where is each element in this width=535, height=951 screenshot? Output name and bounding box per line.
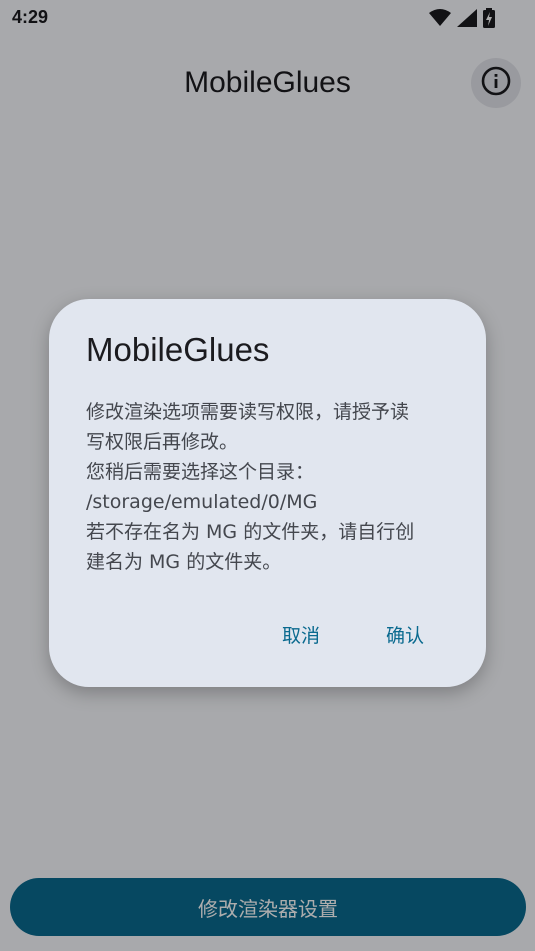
dialog-actions: 取消 确认 [260, 615, 446, 654]
dialog-message-line: 若不存在名为 MG 的文件夹，请自行创 [86, 521, 415, 543]
dialog-message-line: 建名为 MG 的文件夹。 [86, 551, 282, 573]
dialog-message-line: 写权限后再修改。 [86, 431, 239, 453]
dialog-message-line: 修改渲染选项需要读写权限，请授予读 [86, 401, 410, 423]
dialog-message: 修改渲染选项需要读写权限，请授予读 写权限后再修改。 您稍后需要选择这个目录： … [86, 397, 456, 577]
confirm-button[interactable]: 确认 [364, 615, 446, 654]
screen: 4:29 MobileGlues 修改渲染器设置 MobileGlues 修改渲… [0, 0, 535, 951]
dialog-message-line: 您稍后需要选择这个目录： [86, 461, 315, 483]
dialog-title: MobileGlues [86, 331, 270, 368]
dialog-message-line: /storage/emulated/0/MG [86, 491, 318, 513]
permission-dialog: MobileGlues 修改渲染选项需要读写权限，请授予读 写权限后再修改。 您… [49, 299, 486, 687]
cancel-button[interactable]: 取消 [260, 615, 342, 654]
